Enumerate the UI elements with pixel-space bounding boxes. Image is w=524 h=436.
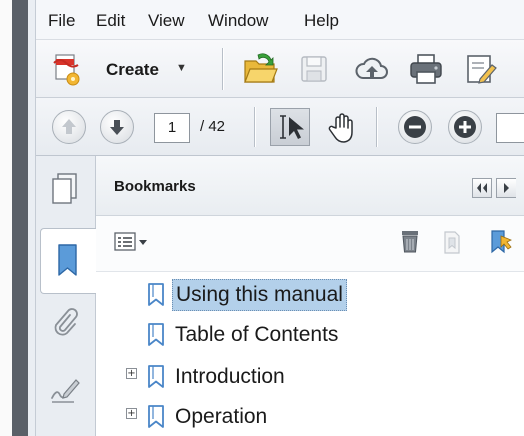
plus-icon	[454, 116, 476, 138]
main-toolbar: Create ▼	[36, 40, 524, 98]
toolbar-separator	[376, 107, 378, 147]
desktop-background	[0, 0, 12, 436]
page-number-input[interactable]: 1	[154, 113, 190, 143]
chevron-right-icon	[504, 183, 509, 193]
panel-title: Bookmarks	[114, 178, 196, 195]
bookmark-item[interactable]: Operation	[146, 400, 270, 434]
bookmarks-tab[interactable]	[40, 228, 97, 294]
total-pages-label: / 42	[200, 118, 226, 135]
cloud-upload-icon[interactable]	[354, 52, 390, 86]
expand-toggle[interactable]: +	[126, 368, 137, 379]
bookmark-label: Operation	[175, 405, 268, 428]
save-disabled-icon[interactable]	[298, 53, 330, 85]
bookmark-item[interactable]: Table of Contents	[146, 318, 341, 352]
page-thumbnails-icon[interactable]	[50, 172, 80, 206]
new-bookmark-from-structure-icon[interactable]	[440, 228, 464, 256]
attachments-paperclip-icon[interactable]	[50, 306, 80, 340]
bookmark-icon	[58, 244, 77, 276]
menu-file[interactable]: File	[48, 11, 75, 31]
minus-icon	[404, 116, 426, 138]
double-chevron-left-icon	[477, 183, 487, 193]
list-options-icon	[114, 232, 147, 251]
previous-page-button[interactable]	[52, 110, 86, 144]
zoom-out-button[interactable]	[398, 110, 432, 144]
zoom-in-button[interactable]	[448, 110, 482, 144]
print-icon[interactable]	[408, 52, 444, 86]
bookmarks-panel-header: Bookmarks	[96, 156, 524, 216]
bookmark-label: Using this manual	[172, 279, 347, 311]
create-button[interactable]: Create	[106, 60, 159, 80]
create-dropdown-icon[interactable]: ▼	[176, 62, 187, 74]
window-border	[12, 0, 28, 436]
toolbar-separator	[254, 107, 256, 147]
arrow-down-icon	[110, 120, 124, 135]
next-page-button[interactable]	[100, 110, 134, 144]
signatures-icon[interactable]	[48, 374, 82, 408]
delete-bookmark-trash-icon[interactable]	[398, 228, 422, 256]
bookmark-icon	[148, 323, 164, 346]
bookmark-item[interactable]: Introduction	[146, 360, 288, 394]
new-bookmark-icon[interactable]	[488, 228, 518, 256]
bookmark-tree: Using this manual Table of Contents + In…	[96, 272, 524, 436]
zoom-level-input[interactable]	[496, 113, 524, 143]
menu-window[interactable]: Window	[208, 11, 268, 31]
bookmark-label: Introduction	[175, 365, 285, 388]
options-menu-button[interactable]	[114, 230, 150, 254]
hand-tool-icon[interactable]	[326, 110, 360, 144]
panel-forward-button[interactable]	[496, 178, 516, 198]
edit-document-icon[interactable]	[464, 52, 500, 86]
open-folder-icon[interactable]	[242, 52, 278, 86]
bookmark-icon	[148, 283, 164, 306]
bookmark-label: Table of Contents	[175, 323, 339, 346]
window-inner-border	[28, 0, 36, 436]
bookmarks-toolbar	[96, 216, 524, 272]
bookmark-icon	[148, 365, 164, 388]
text-cursor-arrow-icon	[280, 115, 304, 139]
menu-edit[interactable]: Edit	[96, 11, 125, 31]
expand-toggle[interactable]: +	[126, 408, 137, 419]
menu-help[interactable]: Help	[304, 11, 339, 31]
bookmark-item[interactable]: Using this manual	[146, 278, 347, 312]
create-pdf-icon[interactable]	[52, 53, 82, 87]
select-tool-button[interactable]	[270, 108, 310, 146]
toolbar-separator	[222, 48, 224, 90]
menu-view[interactable]: View	[148, 11, 185, 31]
menu-bar: File Edit View Window Help	[36, 0, 524, 40]
arrow-up-icon	[62, 119, 76, 134]
navigation-toolbar: 1 / 42	[36, 98, 524, 156]
bookmark-icon	[148, 405, 164, 428]
collapse-panel-button[interactable]	[472, 178, 492, 198]
